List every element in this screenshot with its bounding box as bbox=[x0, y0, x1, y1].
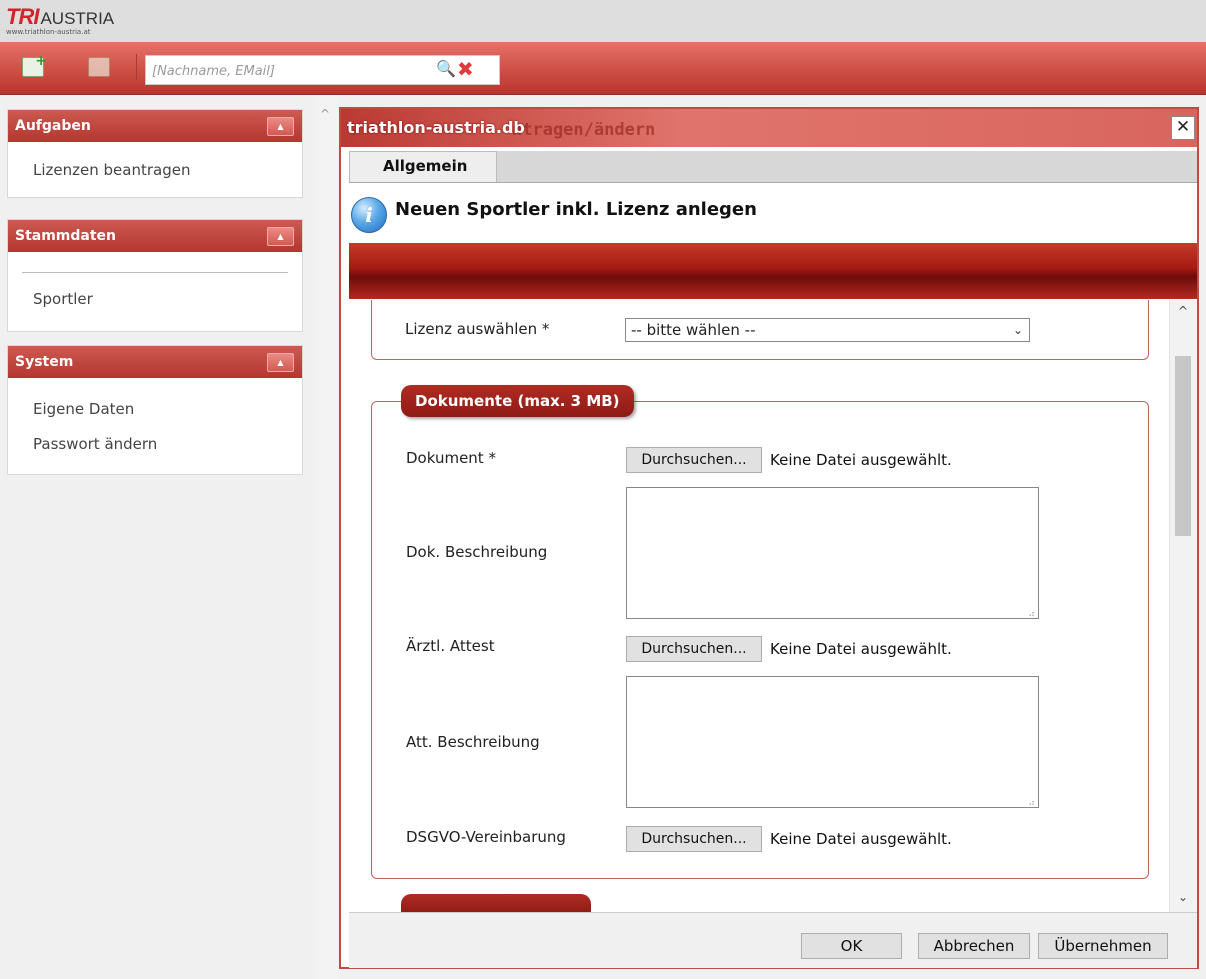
license-label: Lizenz auswählen * bbox=[405, 320, 550, 338]
attest-file-status: Keine Datei ausgewählt. bbox=[770, 640, 952, 658]
header-band bbox=[349, 243, 1197, 299]
panel-stammdaten: Stammdaten ▲ Sportler bbox=[7, 219, 303, 332]
form-scrollbar[interactable]: ^ ⌄ bbox=[1169, 300, 1197, 912]
sidebar-scrollbar[interactable]: ^ bbox=[316, 95, 338, 979]
clear-icon[interactable]: ✖ bbox=[457, 57, 474, 81]
resize-grip-icon[interactable]: ⣠ bbox=[1028, 607, 1035, 617]
scroll-up-icon[interactable]: ^ bbox=[1178, 304, 1188, 318]
next-section-legend bbox=[401, 894, 591, 912]
magnifier-icon[interactable]: 🔍 bbox=[436, 59, 456, 78]
dialog-footer: OK Abbrechen Übernehmen bbox=[349, 912, 1197, 968]
panel-aufgaben: Aufgaben ▲ Lizenzen beantragen bbox=[7, 109, 303, 198]
panel-title: System bbox=[15, 354, 74, 370]
scroll-up-icon[interactable]: ^ bbox=[320, 107, 330, 121]
panel-header[interactable]: Aufgaben ▲ bbox=[8, 110, 302, 142]
doc-description-textarea[interactable]: ⣠ bbox=[626, 487, 1039, 619]
dialog-title-behind: ntragen/ändern bbox=[512, 120, 656, 140]
logo-url: www.triathlon-austria.at bbox=[6, 28, 91, 36]
collapse-icon[interactable]: ▲ bbox=[267, 353, 294, 372]
dsgvo-file-status: Keine Datei ausgewählt. bbox=[770, 830, 952, 848]
documents-legend: Dokumente (max. 3 MB) bbox=[401, 385, 634, 417]
logo-tri: TRI bbox=[6, 4, 39, 29]
license-select[interactable]: -- bitte wählen -- ⌄ bbox=[625, 318, 1030, 342]
panel-header[interactable]: System ▲ bbox=[8, 346, 302, 378]
search-box: 🔍 ✖ bbox=[145, 55, 500, 85]
scroll-down-icon[interactable]: ⌄ bbox=[1178, 890, 1188, 904]
info-text: Neuen Sportler inkl. Lizenz anlegen bbox=[395, 199, 757, 220]
logo-bar: TRI AUSTRIA www.triathlon-austria.at bbox=[0, 0, 1206, 42]
sidebar-item-lizenzen-beantragen[interactable]: Lizenzen beantragen bbox=[8, 152, 302, 188]
list-icon[interactable] bbox=[88, 57, 110, 77]
form-scroll-area: Lizenz auswählen * -- bitte wählen -- ⌄ … bbox=[349, 300, 1197, 912]
logo-name: AUSTRIA bbox=[40, 9, 115, 28]
panel-system: System ▲ Eigene Daten Passwort ändern bbox=[7, 345, 303, 475]
collapse-icon[interactable]: ▲ bbox=[267, 227, 294, 246]
document-browse-button[interactable]: Durchsuchen... bbox=[626, 447, 762, 473]
sidebar: Aufgaben ▲ Lizenzen beantragen Stammdate… bbox=[0, 95, 313, 979]
chevron-down-icon: ⌄ bbox=[1012, 323, 1023, 337]
attest-browse-button[interactable]: Durchsuchen... bbox=[626, 636, 762, 662]
scroll-thumb[interactable] bbox=[1175, 356, 1191, 536]
sidebar-item-eigene-daten[interactable]: Eigene Daten bbox=[8, 391, 302, 427]
panel-title: Stammdaten bbox=[15, 228, 117, 244]
doc-description-label: Dok. Beschreibung bbox=[406, 543, 548, 561]
toolbar-separator bbox=[136, 54, 137, 80]
attest-label: Ärztl. Attest bbox=[406, 637, 495, 655]
tab-allgemein[interactable]: Allgemein bbox=[349, 151, 497, 182]
resize-grip-icon[interactable]: ⣠ bbox=[1028, 796, 1035, 806]
info-bar: i Neuen Sportler inkl. Lizenz anlegen bbox=[349, 183, 1197, 244]
add-record-icon[interactable] bbox=[22, 53, 47, 77]
panel-header[interactable]: Stammdaten ▲ bbox=[8, 220, 302, 252]
dsgvo-label: DSGVO-Vereinbarung bbox=[406, 828, 566, 846]
panel-title: Aufgaben bbox=[15, 118, 91, 134]
attest-description-textarea[interactable]: ⣠ bbox=[626, 676, 1039, 808]
dsgvo-browse-button[interactable]: Durchsuchen... bbox=[626, 826, 762, 852]
dialog-titlebar[interactable]: ntragen/ändern triathlon-austria.db ✕ bbox=[341, 109, 1197, 147]
form-content: Lizenz auswählen * -- bitte wählen -- ⌄ … bbox=[349, 300, 1169, 912]
sidebar-item-sportler[interactable]: Sportler bbox=[8, 281, 302, 317]
apply-button[interactable]: Übernehmen bbox=[1038, 933, 1168, 959]
info-icon: i bbox=[351, 197, 387, 233]
documents-fieldset: Dokumente (max. 3 MB) Dokument * Durchsu… bbox=[371, 385, 1149, 879]
ok-button[interactable]: OK bbox=[801, 933, 902, 959]
search-input[interactable] bbox=[150, 60, 434, 82]
document-file-status: Keine Datei ausgewählt. bbox=[770, 451, 952, 469]
license-select-value: -- bitte wählen -- bbox=[631, 321, 756, 339]
app-logo[interactable]: TRI AUSTRIA www.triathlon-austria.at bbox=[6, 4, 115, 36]
tab-bar: Allgemein bbox=[349, 151, 1197, 183]
dialog-window: ntragen/ändern triathlon-austria.db ✕ Al… bbox=[339, 107, 1199, 969]
sidebar-item-passwort-aendern[interactable]: Passwort ändern bbox=[8, 426, 302, 462]
document-label: Dokument * bbox=[406, 449, 496, 467]
dialog-title: triathlon-austria.db bbox=[347, 118, 525, 137]
attest-description-label: Att. Beschreibung bbox=[406, 733, 540, 751]
collapse-icon[interactable]: ▲ bbox=[267, 117, 294, 136]
cancel-button[interactable]: Abbrechen bbox=[918, 933, 1030, 959]
close-icon[interactable]: ✕ bbox=[1171, 116, 1195, 140]
